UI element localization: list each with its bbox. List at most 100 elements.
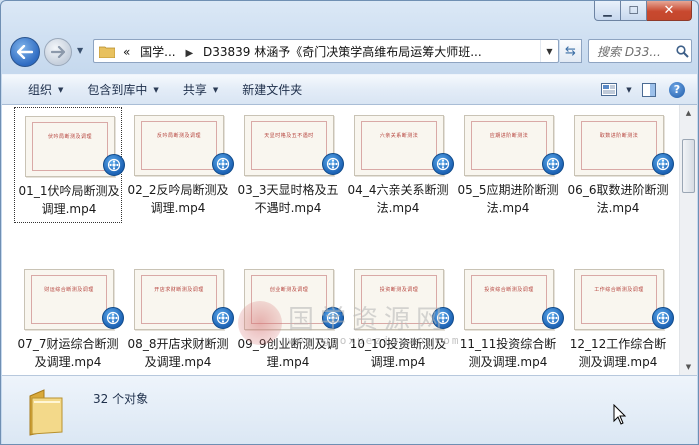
refresh-button[interactable]: ⇆ [560, 39, 582, 63]
file-item[interactable]: 反吟局断测及调理 02_2反吟局断测及调理.mp4 [124, 107, 234, 223]
organize-menu[interactable]: 组织 ▼ [2, 75, 75, 104]
minimize-button[interactable]: ▁ [594, 1, 621, 21]
media-player-icon [432, 307, 454, 329]
close-button[interactable]: ✕ [647, 1, 692, 21]
media-player-icon [103, 154, 125, 176]
recent-pages-dropdown[interactable]: ▼ [77, 46, 83, 55]
details-pane: 32 个对象 [2, 375, 697, 444]
view-options-dropdown[interactable]: ▼ [623, 79, 635, 101]
file-name: 01_1伏吟局断测及调理.mp4 [18, 184, 120, 216]
forward-button[interactable] [44, 38, 72, 66]
file-name: 07_7财运综合断测及调理.mp4 [17, 337, 119, 369]
thumbnail-title: 伏吟局断测及调理 [47, 134, 92, 140]
search-input[interactable]: 搜索 D33... [589, 43, 673, 60]
back-button[interactable] [10, 37, 40, 67]
video-thumbnail: 投资断测及调理 [354, 269, 444, 330]
file-list[interactable]: 伏吟局断测及调理 01_1伏吟局断测及调理.mp4 反吟局断测及调理 02_2反吟局断… [2, 105, 679, 375]
breadcrumb-current[interactable]: D33839 林涵予《奇门决策学高维布局运筹大师班... [203, 45, 482, 59]
vertical-scrollbar[interactable]: ▲ ▼ [679, 105, 697, 375]
thumbnail-title: 财运综合断测及调理 [44, 287, 94, 293]
file-name: 04_4六亲关系断测法.mp4 [347, 183, 449, 215]
media-player-icon [542, 307, 564, 329]
media-player-icon [102, 307, 124, 329]
search-icon[interactable] [673, 44, 691, 58]
file-name: 10_10投资断测及调理.mp4 [349, 337, 447, 369]
caption-buttons: ▁ ☐ ✕ [594, 1, 692, 21]
share-menu[interactable]: 共享 ▼ [171, 75, 230, 104]
thumbnail-title: 取数进阶断测法 [599, 133, 639, 139]
video-thumbnail: 取数进阶断测法 [574, 115, 664, 176]
media-player-icon [322, 307, 344, 329]
address-path[interactable]: « 国学... ▶ D33839 林涵予《奇门决策学高维布局运筹大师班... [123, 43, 540, 60]
media-player-icon [212, 153, 234, 175]
include-in-library-menu[interactable]: 包含到库中 ▼ [75, 75, 170, 104]
refresh-icon: ⇆ [565, 43, 576, 59]
media-player-icon [322, 153, 344, 175]
video-thumbnail: 六亲关系断测法 [354, 115, 444, 176]
back-arrow-icon [17, 45, 33, 59]
file-name: 09_9创业断测及调理.mp4 [237, 337, 339, 369]
chevron-down-icon: ▼ [212, 85, 219, 94]
file-item[interactable]: 伏吟局断测及调理 01_1伏吟局断测及调理.mp4 [14, 107, 125, 223]
chevron-down-icon: ▼ [58, 85, 64, 94]
thumbnail-title: 工作综合断测及调理 [594, 287, 644, 293]
address-bar[interactable]: « 国学... ▶ D33839 林涵予《奇门决策学高维布局运筹大师班... ▼ [93, 39, 559, 63]
thumbnail-title: 天显时格及五不遇时 [264, 133, 314, 139]
file-item[interactable]: 天显时格及五不遇时 03_3天显时格及五不遇时.mp4 [234, 107, 344, 223]
file-item[interactable]: 六亲关系断测法 04_4六亲关系断测法.mp4 [344, 107, 454, 223]
mouse-cursor-icon [613, 404, 627, 425]
chevron-down-icon: ▼ [153, 85, 159, 94]
close-icon: ✕ [663, 3, 675, 18]
video-thumbnail: 天显时格及五不遇时 [244, 115, 334, 176]
help-button[interactable]: ? [663, 79, 691, 101]
file-item[interactable]: 应期进阶断测法 05_5应期进阶断测法.mp4 [454, 107, 564, 223]
change-view-button[interactable] [595, 79, 623, 101]
scroll-down-button[interactable]: ▼ [680, 359, 697, 375]
maximize-icon: ☐ [628, 4, 639, 17]
file-item[interactable]: 创业断测及调理 09_9创业断测及调理.mp4 [234, 261, 344, 375]
maximize-button[interactable]: ☐ [621, 1, 647, 21]
folder-icon [99, 46, 115, 58]
file-item[interactable]: 财运综合断测及调理 07_7财运综合断测及调理.mp4 [14, 261, 124, 375]
scroll-thumb[interactable] [682, 139, 695, 193]
search-box[interactable]: 搜索 D33... [588, 39, 692, 63]
file-name: 02_2反吟局断测及调理.mp4 [127, 183, 229, 215]
video-thumbnail: 开店求财断测及调理 [134, 269, 224, 330]
video-thumbnail: 投资综合断测及调理 [464, 269, 554, 330]
preview-pane-button[interactable] [635, 79, 663, 101]
address-overflow-chevron[interactable]: « [123, 45, 130, 59]
file-item[interactable]: 投资综合断测及调理 11_11投资综合断测及调理.mp4 [454, 261, 564, 375]
share-label: 共享 [182, 83, 207, 97]
item-count: 32 个对象 [93, 392, 149, 406]
thumbnail-title: 创业断测及调理 [269, 287, 309, 293]
include-in-library-label: 包含到库中 [87, 83, 148, 97]
thumbnail-title: 投资断测及调理 [379, 287, 419, 293]
file-name: 12_12工作综合断测及调理.mp4 [569, 337, 667, 369]
organize-label: 组织 [28, 83, 53, 97]
scroll-up-button[interactable]: ▲ [680, 105, 697, 121]
explorer-window: ▁ ☐ ✕ ▼ « 国学... ▶ D33839 林涵予《奇门决策学高维布局运筹… [0, 0, 699, 445]
thumbnail-title: 投资综合断测及调理 [484, 287, 534, 293]
preview-pane-icon [642, 82, 656, 97]
file-item[interactable]: 工作综合断测及调理 12_12工作综合断测及调理.mp4 [564, 261, 674, 375]
toolbar-right: ▼ ? [595, 75, 691, 104]
file-name: 03_3天显时格及五不遇时.mp4 [237, 183, 339, 215]
breadcrumb-separator-icon[interactable]: ▶ [185, 48, 193, 59]
video-thumbnail: 工作综合断测及调理 [574, 269, 664, 330]
file-item[interactable]: 取数进阶断测法 06_6取数进阶断测法.mp4 [564, 107, 674, 223]
address-dropdown-button[interactable]: ▼ [540, 40, 558, 62]
file-item[interactable]: 投资断测及调理 10_10投资断测及调理.mp4 [344, 261, 454, 375]
help-icon: ? [669, 81, 685, 98]
view-icon [601, 83, 617, 96]
thumbnail-title: 开店求财断测及调理 [154, 287, 204, 293]
new-folder-button[interactable]: 新建文件夹 [230, 75, 314, 104]
minimize-icon: ▁ [603, 4, 612, 17]
thumbnail-title: 六亲关系断测法 [379, 133, 419, 139]
media-player-icon [652, 153, 674, 175]
forward-arrow-icon [51, 46, 65, 58]
media-player-icon [542, 153, 564, 175]
file-item[interactable]: 开店求财断测及调理 08_8开店求财断测及调理.mp4 [124, 261, 234, 375]
breadcrumb-root[interactable]: 国学... [140, 45, 175, 59]
video-thumbnail: 应期进阶断测法 [464, 115, 554, 176]
video-thumbnail: 伏吟局断测及调理 [25, 116, 115, 177]
